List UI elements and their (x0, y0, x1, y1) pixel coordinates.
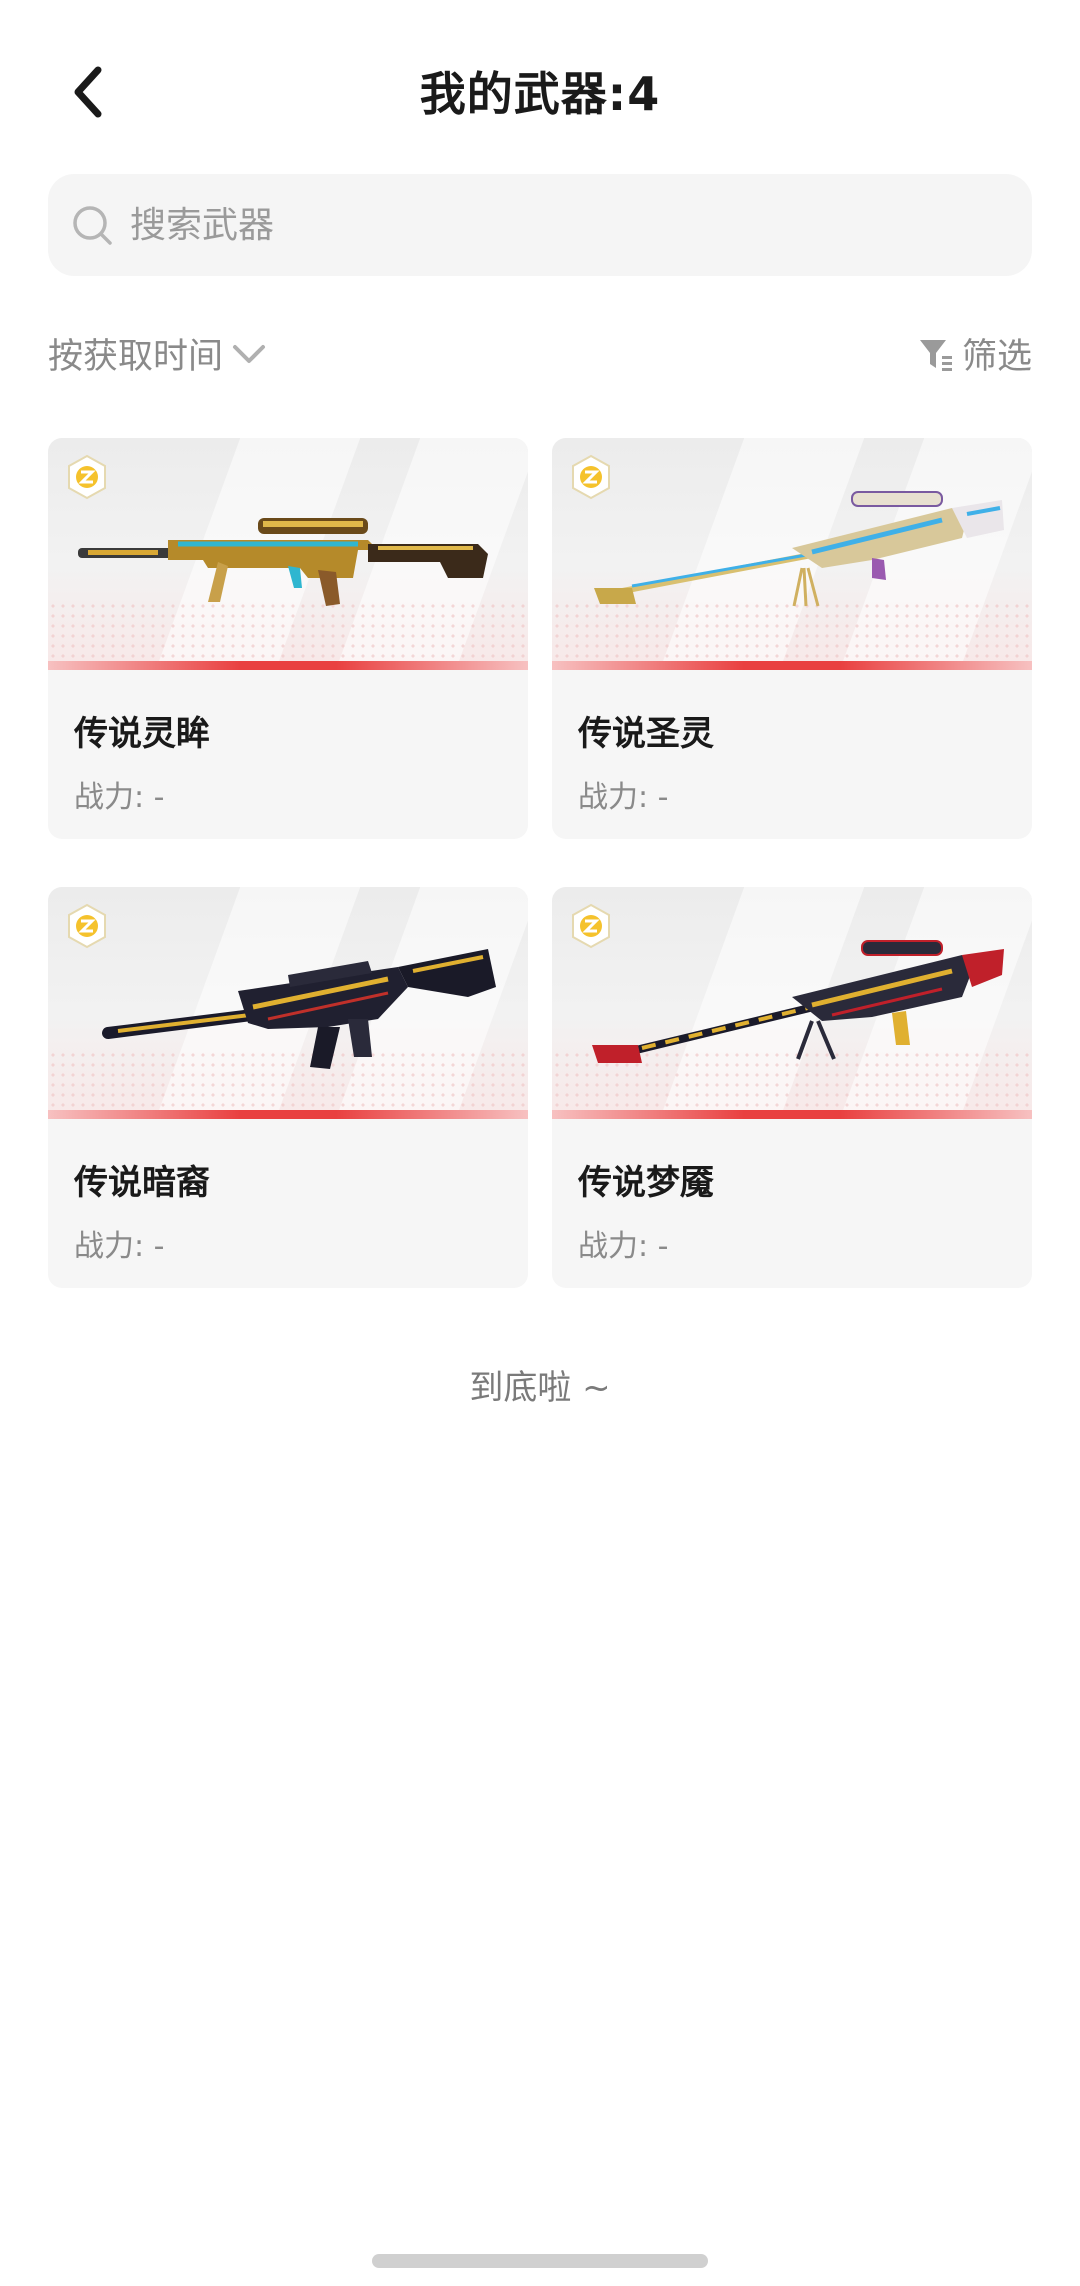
filter-icon (918, 336, 954, 372)
weapon-name: 传说圣灵 (578, 714, 714, 754)
rarity-stripe (48, 661, 528, 670)
filter-button[interactable]: 筛选 (918, 328, 1032, 379)
weapon-image (48, 887, 528, 1119)
sort-dropdown[interactable]: 按获取时间 (48, 328, 267, 379)
red-gold-sniper-rifle-icon (592, 940, 1004, 1063)
weapon-image (48, 438, 528, 670)
weapon-card[interactable]: 传说圣灵 战力: - (552, 438, 1032, 839)
rarity-stripe (48, 1110, 528, 1119)
chevron-down-icon (231, 342, 267, 366)
rarity-stripe (552, 661, 1032, 670)
weapon-power: 战力: - (74, 1229, 165, 1264)
search-input[interactable] (128, 203, 952, 247)
search-icon (70, 203, 114, 247)
filter-label: 筛选 (961, 337, 1032, 377)
gold-sniper-rifle-icon (78, 518, 488, 606)
weapon-card[interactable]: 传说灵眸 战力: - (48, 438, 528, 839)
weapon-card[interactable]: 传说暗裔 战力: - (48, 887, 528, 1288)
header: 我的武器:4 (0, 0, 1080, 180)
home-indicator[interactable] (372, 2254, 708, 2268)
dark-gold-assault-rifle-icon (102, 949, 496, 1069)
weapon-power: 战力: - (578, 780, 669, 815)
weapon-power: 战力: - (578, 1229, 669, 1264)
sort-filter-bar: 按获取时间 筛选 (48, 320, 1032, 384)
weapon-image (552, 438, 1032, 670)
blue-gold-sniper-rifle-icon (594, 491, 1004, 607)
weapon-name: 传说暗裔 (74, 1163, 210, 1203)
weapon-power: 战力: - (74, 780, 165, 815)
end-of-list-text: 到底啦 ~ (469, 1368, 611, 1408)
weapon-name: 传说梦魇 (578, 1163, 714, 1203)
weapon-name: 传说灵眸 (74, 714, 210, 754)
search-bar[interactable] (48, 174, 1032, 276)
rarity-stripe (552, 1110, 1032, 1119)
sort-label: 按获取时间 (48, 337, 224, 377)
page-title: 我的武器:4 (419, 67, 661, 121)
weapon-card[interactable]: 传说梦魇 战力: - (552, 887, 1032, 1288)
weapon-image (552, 887, 1032, 1119)
